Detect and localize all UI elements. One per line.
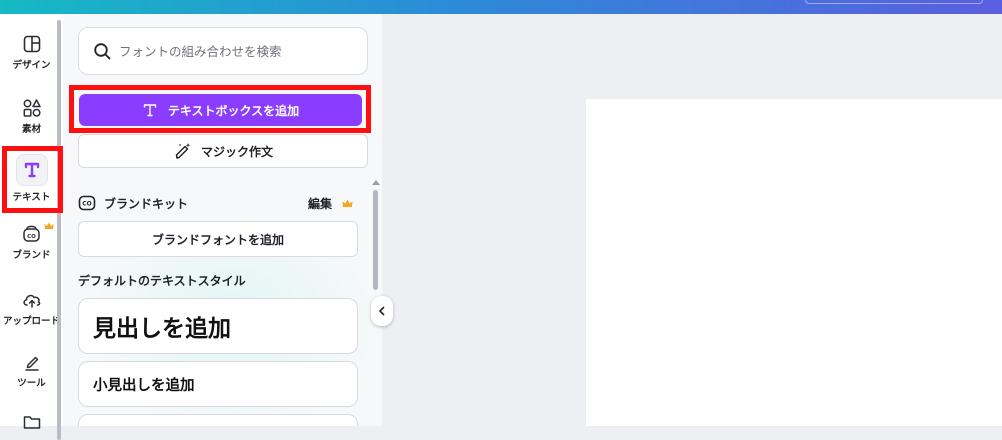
text-panel: テキストボックスを追加 マジック作文 CO ブランドキット 編集 ブランドフォン…: [63, 14, 382, 426]
top-bar: [0, 0, 1002, 14]
brand-kit-icon: CO: [78, 195, 96, 211]
shapes-icon: [23, 99, 41, 117]
svg-text:CO: CO: [27, 234, 36, 240]
search-icon: [94, 43, 111, 60]
add-subheading-label: 小見出しを追加: [93, 377, 195, 394]
add-body-text-button[interactable]: [78, 414, 358, 426]
svg-text:CO: CO: [82, 201, 92, 208]
add-brand-font-label: ブランドフォントを追加: [151, 232, 284, 247]
brand-kit-title: ブランドキット: [104, 196, 189, 211]
add-heading-label: 見出しを追加: [93, 316, 231, 342]
design-canvas-page[interactable]: [586, 99, 1002, 426]
rail-item-projects[interactable]: [0, 412, 63, 432]
crown-icon: [44, 222, 54, 229]
rail-item-tools[interactable]: ツール: [0, 352, 63, 389]
rail-label-elements: 素材: [21, 124, 41, 135]
rail-item-elements[interactable]: 素材: [0, 98, 63, 135]
font-search-input[interactable]: [119, 28, 359, 74]
magic-write-label: マジック作文: [200, 144, 273, 159]
rail-item-design[interactable]: デザイン: [0, 34, 63, 71]
rail-item-brand[interactable]: CO ブランド: [0, 222, 63, 261]
brand-kit-header: CO ブランドキット 編集: [78, 192, 353, 214]
add-heading-button[interactable]: 見出しを追加: [78, 298, 358, 354]
layout-icon: [23, 35, 40, 53]
rail-label-tools: ツール: [17, 378, 46, 389]
rail-scrollbar[interactable]: [57, 20, 61, 440]
panel-scrollbar[interactable]: [373, 190, 378, 290]
default-text-styles-title: デフォルトのテキストスタイル: [78, 274, 246, 288]
top-bar-control[interactable]: [805, 0, 983, 4]
cloud-upload-icon: [22, 294, 40, 308]
side-rail: デザイン 素材 テキスト CO ブランド アップロード ツール: [0, 14, 63, 440]
chevron-left-icon: [379, 306, 385, 316]
add-subheading-button[interactable]: 小見出しを追加: [78, 361, 358, 407]
pen-tool-icon: [24, 356, 39, 371]
crown-icon: [342, 199, 353, 207]
collapse-panel-button[interactable]: [371, 296, 393, 326]
add-brand-font-button[interactable]: ブランドフォントを追加: [78, 221, 358, 257]
brand-kit-edit-link[interactable]: 編集: [308, 195, 332, 212]
folder-icon: [23, 416, 40, 429]
magic-pen-icon: [175, 143, 191, 159]
font-search-box[interactable]: [78, 27, 368, 75]
rail-item-uploads[interactable]: アップロード: [0, 290, 63, 327]
rail-label-uploads: アップロード: [2, 316, 60, 327]
highlight-box-text-tab: [2, 146, 63, 213]
magic-write-button[interactable]: マジック作文: [78, 134, 368, 168]
highlight-box-add-textbox: [69, 85, 371, 133]
rail-label-brand: ブランド: [12, 250, 51, 261]
brand-icon: CO: [22, 225, 40, 242]
scroll-up-arrow-icon[interactable]: [372, 180, 380, 185]
rail-label-design: デザイン: [12, 60, 51, 71]
